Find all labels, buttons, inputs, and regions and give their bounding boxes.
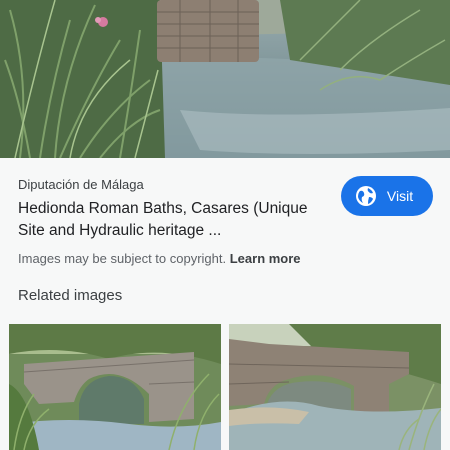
learn-more-link[interactable]: Learn more xyxy=(230,251,301,266)
result-title[interactable]: Hedionda Roman Baths, Casares (Unique Si… xyxy=(18,198,328,242)
visit-label: Visit xyxy=(386,188,414,204)
related-image-thumbnail[interactable] xyxy=(229,324,441,450)
copyright-text: Images may be subject to copyright. xyxy=(18,251,227,266)
related-image-thumbnail[interactable] xyxy=(9,324,221,450)
source-name[interactable]: Diputación de Málaga xyxy=(18,177,144,192)
main-image[interactable] xyxy=(0,0,450,158)
visit-button[interactable]: Visit xyxy=(341,176,433,216)
copyright-notice: Images may be subject to copyright. Lear… xyxy=(18,251,301,266)
stone-bridge-river-photo xyxy=(229,324,441,450)
stone-bridge-photo xyxy=(9,324,221,450)
related-images-heading: Related images xyxy=(18,287,123,304)
river-bridge-pillar-photo xyxy=(0,0,450,158)
globe-icon xyxy=(355,186,376,206)
